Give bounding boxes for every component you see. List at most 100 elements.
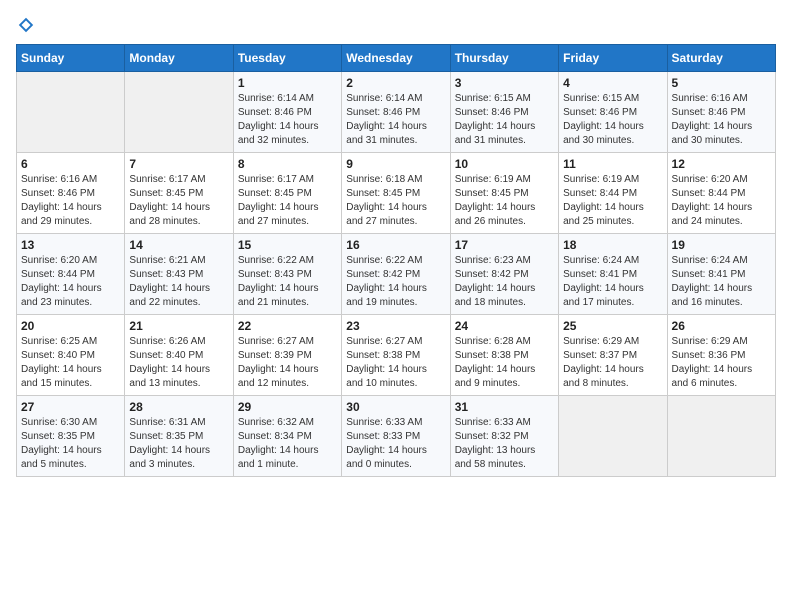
day-number: 7 bbox=[129, 157, 228, 171]
calendar-cell: 29 Sunrise: 6:32 AM Sunset: 8:34 PM Dayli… bbox=[233, 396, 341, 477]
day-info: Sunrise: 6:15 AM Sunset: 8:46 PM Dayligh… bbox=[563, 92, 662, 148]
day-info: Sunrise: 6:20 AM Sunset: 8:44 PM Dayligh… bbox=[21, 254, 120, 310]
page-header bbox=[16, 16, 776, 34]
day-number: 29 bbox=[238, 400, 337, 414]
calendar-cell: 18Sunrise: 6:24 AM Sunset: 8:41 PM Dayli… bbox=[559, 234, 667, 315]
day-number: 15 bbox=[238, 238, 337, 252]
day-number: 31 bbox=[455, 400, 554, 414]
day-info: Sunrise: 6:27 AM Sunset: 8:38 PM Dayligh… bbox=[346, 335, 445, 391]
day-number: 25 bbox=[563, 319, 662, 333]
weekday-header-friday: Friday bbox=[559, 45, 667, 72]
calendar-cell: 31 Sunrise: 6:33 AM Sunset: 8:32 PM Dayli… bbox=[450, 396, 558, 477]
calendar-cell: 2Sunrise: 6:14 AM Sunset: 8:46 PM Daylig… bbox=[342, 72, 450, 153]
day-number: 4 bbox=[563, 76, 662, 90]
weekday-header-saturday: Saturday bbox=[667, 45, 775, 72]
week-row-5: 27 Sunrise: 6:30 AM Sunset: 8:35 PM Dayli… bbox=[17, 396, 776, 477]
calendar-cell: 26Sunrise: 6:29 AM Sunset: 8:36 PM Dayli… bbox=[667, 315, 775, 396]
day-info: Sunrise: 6:23 AM Sunset: 8:42 PM Dayligh… bbox=[455, 254, 554, 310]
day-number: 16 bbox=[346, 238, 445, 252]
day-info: Sunrise: 6:15 AM Sunset: 8:46 PM Dayligh… bbox=[455, 92, 554, 148]
day-info: Sunrise: 6:24 AM Sunset: 8:41 PM Dayligh… bbox=[672, 254, 771, 310]
day-info: Sunrise: 6:32 AM Sunset: 8:34 PM Dayligh… bbox=[238, 416, 337, 472]
day-number: 1 bbox=[238, 76, 337, 90]
day-number: 20 bbox=[21, 319, 120, 333]
day-number: 13 bbox=[21, 238, 120, 252]
week-row-4: 20 Sunrise: 6:25 AM Sunset: 8:40 PM Dayli… bbox=[17, 315, 776, 396]
calendar-cell: 13 Sunrise: 6:20 AM Sunset: 8:44 PM Dayli… bbox=[17, 234, 125, 315]
calendar-cell bbox=[125, 72, 233, 153]
calendar-cell: 7 Sunrise: 6:17 AM Sunset: 8:45 PM Daylig… bbox=[125, 153, 233, 234]
day-number: 8 bbox=[238, 157, 337, 171]
day-info: Sunrise: 6:17 AM Sunset: 8:45 PM Dayligh… bbox=[129, 173, 228, 229]
day-info: Sunrise: 6:29 AM Sunset: 8:37 PM Dayligh… bbox=[563, 335, 662, 391]
day-info: Sunrise: 6:30 AM Sunset: 8:35 PM Dayligh… bbox=[21, 416, 120, 472]
calendar-cell: 17 Sunrise: 6:23 AM Sunset: 8:42 PM Dayli… bbox=[450, 234, 558, 315]
day-number: 10 bbox=[455, 157, 554, 171]
day-number: 24 bbox=[455, 319, 554, 333]
day-info: Sunrise: 6:33 AM Sunset: 8:32 PM Dayligh… bbox=[455, 416, 554, 472]
calendar-cell: 11Sunrise: 6:19 AM Sunset: 8:44 PM Dayli… bbox=[559, 153, 667, 234]
day-number: 26 bbox=[672, 319, 771, 333]
day-number: 14 bbox=[129, 238, 228, 252]
day-info: Sunrise: 6:18 AM Sunset: 8:45 PM Dayligh… bbox=[346, 173, 445, 229]
day-info: Sunrise: 6:31 AM Sunset: 8:35 PM Dayligh… bbox=[129, 416, 228, 472]
day-info: Sunrise: 6:22 AM Sunset: 8:42 PM Dayligh… bbox=[346, 254, 445, 310]
logo-icon bbox=[17, 16, 35, 34]
calendar-cell: 20 Sunrise: 6:25 AM Sunset: 8:40 PM Dayli… bbox=[17, 315, 125, 396]
calendar-cell: 9 Sunrise: 6:18 AM Sunset: 8:45 PM Daylig… bbox=[342, 153, 450, 234]
weekday-header-row: SundayMondayTuesdayWednesdayThursdayFrid… bbox=[17, 45, 776, 72]
calendar-cell: 30Sunrise: 6:33 AM Sunset: 8:33 PM Dayli… bbox=[342, 396, 450, 477]
day-info: Sunrise: 6:27 AM Sunset: 8:39 PM Dayligh… bbox=[238, 335, 337, 391]
calendar-cell: 8 Sunrise: 6:17 AM Sunset: 8:45 PM Daylig… bbox=[233, 153, 341, 234]
calendar-cell: 27 Sunrise: 6:30 AM Sunset: 8:35 PM Dayli… bbox=[17, 396, 125, 477]
weekday-header-tuesday: Tuesday bbox=[233, 45, 341, 72]
day-info: Sunrise: 6:21 AM Sunset: 8:43 PM Dayligh… bbox=[129, 254, 228, 310]
week-row-1: 1 Sunrise: 6:14 AM Sunset: 8:46 PM Daylig… bbox=[17, 72, 776, 153]
weekday-header-thursday: Thursday bbox=[450, 45, 558, 72]
day-info: Sunrise: 6:20 AM Sunset: 8:44 PM Dayligh… bbox=[672, 173, 771, 229]
calendar-cell: 10 Sunrise: 6:19 AM Sunset: 8:45 PM Dayli… bbox=[450, 153, 558, 234]
day-number: 28 bbox=[129, 400, 228, 414]
day-info: Sunrise: 6:19 AM Sunset: 8:45 PM Dayligh… bbox=[455, 173, 554, 229]
day-info: Sunrise: 6:24 AM Sunset: 8:41 PM Dayligh… bbox=[563, 254, 662, 310]
weekday-header-wednesday: Wednesday bbox=[342, 45, 450, 72]
day-number: 27 bbox=[21, 400, 120, 414]
day-number: 3 bbox=[455, 76, 554, 90]
day-number: 6 bbox=[21, 157, 120, 171]
calendar-cell: 4 Sunrise: 6:15 AM Sunset: 8:46 PM Daylig… bbox=[559, 72, 667, 153]
calendar-cell: 15 Sunrise: 6:22 AM Sunset: 8:43 PM Dayli… bbox=[233, 234, 341, 315]
day-number: 21 bbox=[129, 319, 228, 333]
day-number: 17 bbox=[455, 238, 554, 252]
day-number: 9 bbox=[346, 157, 445, 171]
day-number: 12 bbox=[672, 157, 771, 171]
weekday-header-monday: Monday bbox=[125, 45, 233, 72]
day-info: Sunrise: 6:28 AM Sunset: 8:38 PM Dayligh… bbox=[455, 335, 554, 391]
calendar-cell: 21Sunrise: 6:26 AM Sunset: 8:40 PM Dayli… bbox=[125, 315, 233, 396]
calendar-table: SundayMondayTuesdayWednesdayThursdayFrid… bbox=[16, 44, 776, 477]
calendar-cell: 24 Sunrise: 6:28 AM Sunset: 8:38 PM Dayli… bbox=[450, 315, 558, 396]
day-info: Sunrise: 6:16 AM Sunset: 8:46 PM Dayligh… bbox=[672, 92, 771, 148]
calendar-cell: 23 Sunrise: 6:27 AM Sunset: 8:38 PM Dayli… bbox=[342, 315, 450, 396]
calendar-cell: 5 Sunrise: 6:16 AM Sunset: 8:46 PM Daylig… bbox=[667, 72, 775, 153]
day-number: 5 bbox=[672, 76, 771, 90]
day-info: Sunrise: 6:25 AM Sunset: 8:40 PM Dayligh… bbox=[21, 335, 120, 391]
weekday-header-sunday: Sunday bbox=[17, 45, 125, 72]
day-number: 23 bbox=[346, 319, 445, 333]
day-number: 11 bbox=[563, 157, 662, 171]
calendar-cell: 16 Sunrise: 6:22 AM Sunset: 8:42 PM Dayli… bbox=[342, 234, 450, 315]
day-info: Sunrise: 6:22 AM Sunset: 8:43 PM Dayligh… bbox=[238, 254, 337, 310]
calendar-cell: 3 Sunrise: 6:15 AM Sunset: 8:46 PM Daylig… bbox=[450, 72, 558, 153]
day-info: Sunrise: 6:17 AM Sunset: 8:45 PM Dayligh… bbox=[238, 173, 337, 229]
calendar-cell: 12 Sunrise: 6:20 AM Sunset: 8:44 PM Dayli… bbox=[667, 153, 775, 234]
calendar-cell: 22 Sunrise: 6:27 AM Sunset: 8:39 PM Dayli… bbox=[233, 315, 341, 396]
day-info: Sunrise: 6:14 AM Sunset: 8:46 PM Dayligh… bbox=[238, 92, 337, 148]
calendar-cell: 25 Sunrise: 6:29 AM Sunset: 8:37 PM Dayli… bbox=[559, 315, 667, 396]
calendar-cell bbox=[17, 72, 125, 153]
logo bbox=[16, 16, 35, 34]
day-number: 22 bbox=[238, 319, 337, 333]
day-number: 2 bbox=[346, 76, 445, 90]
calendar-cell: 1 Sunrise: 6:14 AM Sunset: 8:46 PM Daylig… bbox=[233, 72, 341, 153]
calendar-cell bbox=[667, 396, 775, 477]
day-number: 19 bbox=[672, 238, 771, 252]
week-row-2: 6Sunrise: 6:16 AM Sunset: 8:46 PM Daylig… bbox=[17, 153, 776, 234]
